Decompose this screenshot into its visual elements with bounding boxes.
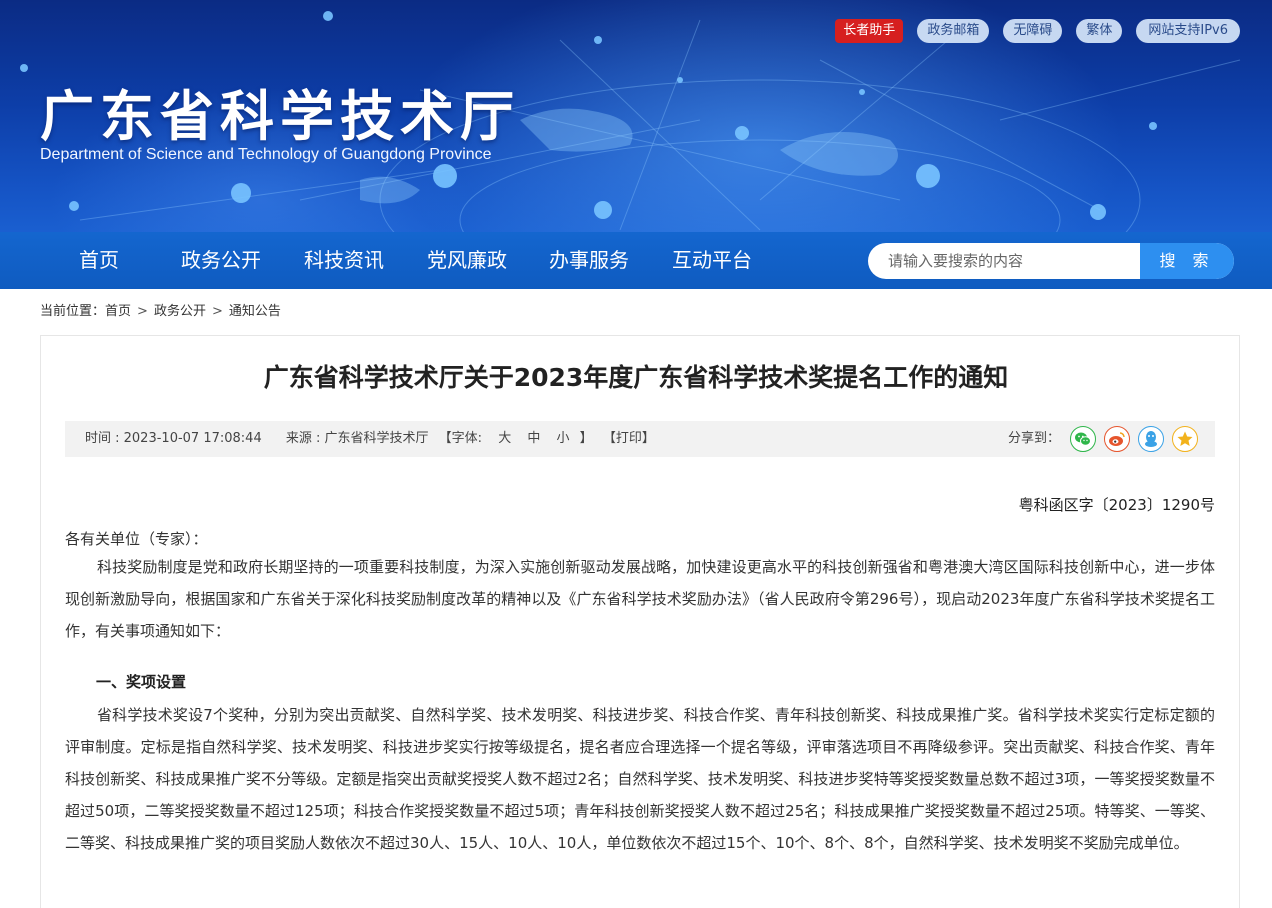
document-number: 粤科函区字〔2023〕1290号	[1018, 496, 1215, 514]
search-input[interactable]	[868, 243, 1140, 279]
gov-mail-link[interactable]: 政务邮箱	[917, 19, 990, 43]
share-bar: 分享到：	[1008, 421, 1198, 457]
section-heading: 一、奖项设置	[96, 673, 187, 691]
qq-icon[interactable]	[1138, 426, 1164, 452]
search-box: 搜 索	[868, 243, 1234, 279]
nav-item-party-integrity[interactable]: 党风廉政	[427, 232, 507, 289]
breadcrumb-item-gov-affairs[interactable]: 政务公开	[154, 304, 206, 319]
nav-item-home[interactable]: 首页	[79, 232, 119, 289]
weibo-icon[interactable]	[1104, 426, 1130, 452]
article-paragraph: 省科学技术奖设7个奖种，分别为突出贡献奖、自然科学奖、技术发明奖、科技进步奖、科…	[65, 706, 1215, 852]
qzone-icon[interactable]	[1172, 426, 1198, 452]
breadcrumb-item-notices[interactable]: 通知公告	[229, 304, 281, 319]
breadcrumb-separator: >	[211, 304, 223, 319]
share-label: 分享到：	[1007, 431, 1060, 446]
site-title[interactable]: 广东省科学技术厅	[40, 72, 520, 151]
font-size-close: 】	[579, 431, 593, 446]
publish-time: 时间 : 2023-10-07 17:08:44	[85, 431, 262, 446]
article-source: 来源 : 广东省科学技术厅	[285, 431, 429, 446]
traditional-chinese-link[interactable]: 繁体	[1076, 19, 1123, 43]
breadcrumb-item-home[interactable]: 首页	[105, 304, 131, 319]
breadcrumb-separator: >	[137, 304, 148, 319]
accessibility-link[interactable]: 无障碍	[1003, 19, 1063, 43]
article-meta-bar: 时间 : 2023-10-07 17:08:44 来源 : 广东省科学技术厅 【…	[65, 421, 1215, 457]
font-size-label: 【字体:	[438, 431, 483, 446]
top-links: 长者助手 政务邮箱 无障碍 繁体 网站支持IPv6	[835, 19, 1240, 43]
font-size-large[interactable]: 大	[498, 431, 511, 446]
breadcrumb-label: 当前位置：	[40, 304, 106, 319]
article-paragraph: 科技奖励制度是党和政府长期坚持的一项重要科技制度，为深入实施创新驱动发展战略，加…	[65, 558, 1215, 640]
nav-item-interaction[interactable]: 互动平台	[672, 232, 752, 289]
nav-item-gov-affairs[interactable]: 政务公开	[181, 232, 261, 289]
font-size-medium[interactable]: 中	[527, 431, 540, 446]
print-link[interactable]: 【打印】	[603, 431, 655, 446]
nav-item-services[interactable]: 办事服务	[549, 232, 629, 289]
elder-assistant-link[interactable]: 长者助手	[835, 19, 904, 43]
search-button[interactable]: 搜 索	[1140, 243, 1234, 279]
font-size-small[interactable]: 小	[557, 431, 570, 446]
site-subtitle: Department of Science and Technology of …	[40, 146, 492, 163]
article-title: 广东省科学技术厅关于2023年度广东省科学技术奖提名工作的通知	[263, 363, 1009, 392]
header-banner: 长者助手 政务邮箱 无障碍 繁体 网站支持IPv6 广东省科学技术厅 Depar…	[0, 0, 1272, 232]
breadcrumb: 当前位置：首页 > 政务公开 > 通知公告	[40, 300, 281, 319]
ipv6-badge: 网站支持IPv6	[1136, 19, 1240, 43]
wechat-icon[interactable]	[1070, 426, 1096, 452]
nav-item-tech-news[interactable]: 科技资讯	[304, 232, 384, 289]
